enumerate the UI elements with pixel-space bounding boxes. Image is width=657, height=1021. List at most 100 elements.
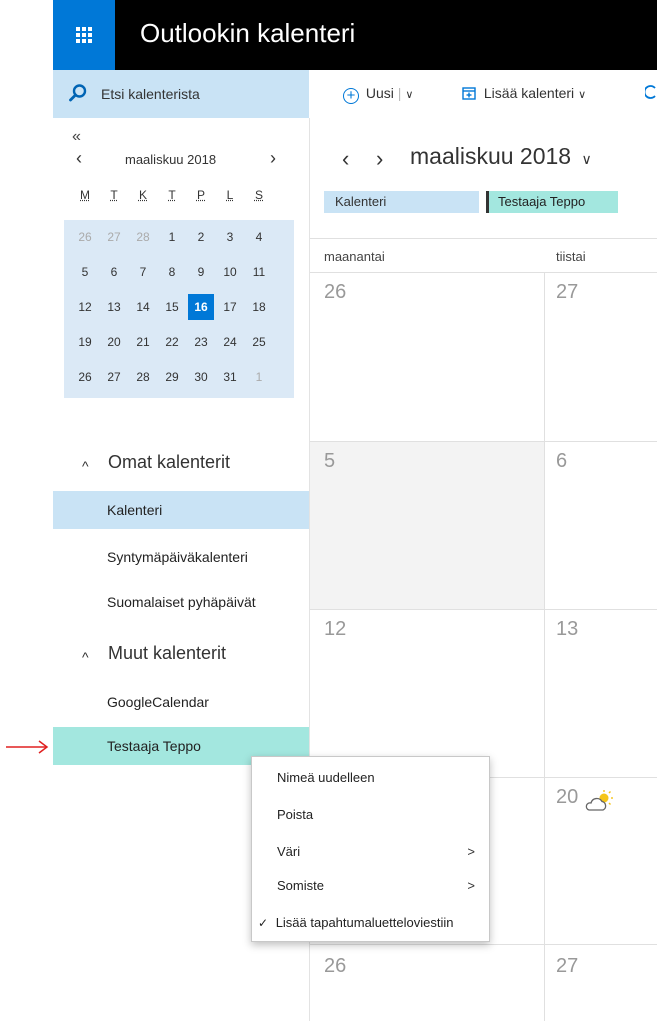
chevron-down-icon: ∨: [578, 89, 587, 101]
app-title: Outlookin kalenteri: [140, 18, 356, 48]
mini-calendar-day[interactable]: 21: [130, 329, 156, 355]
mini-calendar-day[interactable]: 26: [72, 364, 98, 390]
sidebar-item-googlecalendar[interactable]: GoogleCalendar: [53, 683, 309, 721]
menu-item-label: Poista: [277, 807, 314, 822]
weekday-header: S: [254, 188, 263, 202]
mini-calendar-day[interactable]: 12: [72, 294, 98, 320]
day-cell-number[interactable]: 26: [324, 955, 346, 978]
waffle-icon: [76, 27, 92, 43]
grid-line: [310, 944, 657, 945]
menu-item-label: Somiste: [277, 878, 324, 893]
mini-calendar-day[interactable]: 19: [72, 329, 98, 355]
prev-month-button[interactable]: ‹: [342, 146, 349, 172]
weekday-header: M: [80, 188, 90, 202]
mini-calendar-day[interactable]: 8: [159, 259, 185, 285]
menu-item-add-to-digest[interactable]: ✓ Lisää tapahtumaluetteloviestiin: [252, 915, 489, 930]
mini-calendar-day[interactable]: 28: [130, 364, 156, 390]
chevron-up-icon[interactable]: ^: [82, 458, 89, 474]
weekday-header: T: [110, 188, 118, 202]
day-cell-number[interactable]: 13: [556, 618, 578, 641]
day-cell-number[interactable]: 12: [324, 618, 346, 641]
month-title[interactable]: maaliskuu 2018 ∨: [410, 143, 592, 170]
new-button[interactable]: + Uusi | ∨: [343, 85, 413, 104]
weekday-header: T: [168, 188, 176, 202]
mini-calendar-day[interactable]: 20: [101, 329, 127, 355]
mini-month-label[interactable]: maaliskuu 2018: [125, 152, 216, 167]
mini-calendar-day[interactable]: 17: [217, 294, 243, 320]
month-title-label: maaliskuu 2018: [410, 143, 572, 169]
mini-next-month-button[interactable]: ›: [270, 148, 276, 169]
chevron-down-icon: ∨: [581, 151, 592, 167]
weekday-header: P: [196, 188, 205, 202]
next-month-button[interactable]: ›: [376, 146, 383, 172]
app-launcher-button[interactable]: [53, 0, 115, 70]
menu-item-charm[interactable]: Somiste >: [252, 878, 489, 893]
mini-calendar-day[interactable]: 1: [159, 224, 185, 250]
mini-calendar-day[interactable]: 28: [130, 224, 156, 250]
mini-calendar-day[interactable]: 3: [217, 224, 243, 250]
mini-calendar-day[interactable]: 2: [188, 224, 214, 250]
collapse-pane-icon[interactable]: «: [72, 128, 81, 146]
partly-cloudy-weather-icon: [585, 790, 613, 811]
weekday-header: K: [138, 188, 147, 202]
day-cell-number[interactable]: 5: [324, 450, 335, 473]
mini-calendar-day[interactable]: 6: [101, 259, 127, 285]
calendar-chip-testaaja-teppo[interactable]: Testaaja Teppo: [486, 191, 618, 213]
mini-calendar-day[interactable]: 14: [130, 294, 156, 320]
out-of-range-cell: [310, 441, 544, 609]
mini-calendar-day[interactable]: 23: [188, 329, 214, 355]
grid-line: [544, 272, 545, 1021]
mini-calendar-day[interactable]: 4: [246, 224, 272, 250]
mini-calendar-day[interactable]: 7: [130, 259, 156, 285]
grid-line: [310, 441, 657, 442]
mini-prev-month-button[interactable]: ‹: [76, 148, 82, 169]
mini-calendar-day[interactable]: 29: [159, 364, 185, 390]
sidebar-item-kalenteri[interactable]: Kalenteri: [53, 491, 309, 529]
day-cell-number[interactable]: 27: [556, 955, 578, 978]
grid-line: [310, 609, 657, 610]
mini-calendar-day[interactable]: 1: [246, 364, 272, 390]
calendar-chip-kalenteri[interactable]: Kalenteri: [324, 191, 479, 213]
mini-calendar-day[interactable]: 27: [101, 224, 127, 250]
chevron-right-icon: >: [467, 878, 475, 893]
day-cell-number[interactable]: 6: [556, 450, 567, 473]
mini-calendar-day[interactable]: 9: [188, 259, 214, 285]
mini-calendar-day[interactable]: 27: [101, 364, 127, 390]
chevron-down-icon[interactable]: ∨: [405, 89, 413, 101]
context-menu: Nimeä uudelleen Poista Väri > Somiste > …: [251, 756, 490, 942]
mini-calendar-day[interactable]: 16: [188, 294, 214, 320]
plus-circle-icon: +: [343, 88, 359, 104]
add-calendar-label: Lisää kalenteri: [483, 85, 575, 101]
day-cell-number[interactable]: 26: [324, 281, 346, 304]
add-calendar-button[interactable]: Lisää kalenteri ∨: [462, 85, 586, 101]
my-calendars-heading[interactable]: Omat kalenterit: [108, 452, 230, 473]
day-cell-number[interactable]: 27: [556, 281, 578, 304]
sidebar-item-suomalaiset-pyhapaivat[interactable]: Suomalaiset pyhäpäivät: [53, 583, 309, 621]
mini-calendar-day[interactable]: 5: [72, 259, 98, 285]
mini-calendar-day[interactable]: 22: [159, 329, 185, 355]
chevron-up-icon[interactable]: ^: [82, 649, 89, 665]
mini-calendar-day[interactable]: 10: [217, 259, 243, 285]
mini-calendar-day[interactable]: 24: [217, 329, 243, 355]
mini-calendar-day[interactable]: 30: [188, 364, 214, 390]
mini-calendar-day[interactable]: 11: [246, 259, 272, 285]
refresh-icon[interactable]: [645, 84, 657, 100]
mini-calendar-day[interactable]: 18: [246, 294, 272, 320]
mini-calendar-day[interactable]: 26: [72, 224, 98, 250]
mini-calendar-day[interactable]: 15: [159, 294, 185, 320]
menu-item-color[interactable]: Väri >: [252, 844, 489, 859]
menu-item-label: Väri: [277, 844, 301, 859]
mini-calendar-day[interactable]: 31: [217, 364, 243, 390]
day-cell-number[interactable]: 20: [556, 786, 578, 809]
calendar-add-icon: [462, 87, 476, 100]
mini-calendar-day[interactable]: 25: [246, 329, 272, 355]
other-calendars-heading[interactable]: Muut kalenterit: [108, 643, 226, 664]
sidebar-item-syntymapaivakalenteri[interactable]: Syntymäpäiväkalenteri: [53, 538, 309, 576]
red-arrow-annotation: [6, 740, 49, 754]
grid-line: [310, 272, 657, 273]
menu-item-delete[interactable]: Poista: [252, 807, 489, 822]
menu-item-rename[interactable]: Nimeä uudelleen: [252, 770, 489, 785]
weekday-header: L: [226, 188, 234, 202]
mini-calendar-day[interactable]: 13: [101, 294, 127, 320]
search-icon: [69, 84, 87, 102]
